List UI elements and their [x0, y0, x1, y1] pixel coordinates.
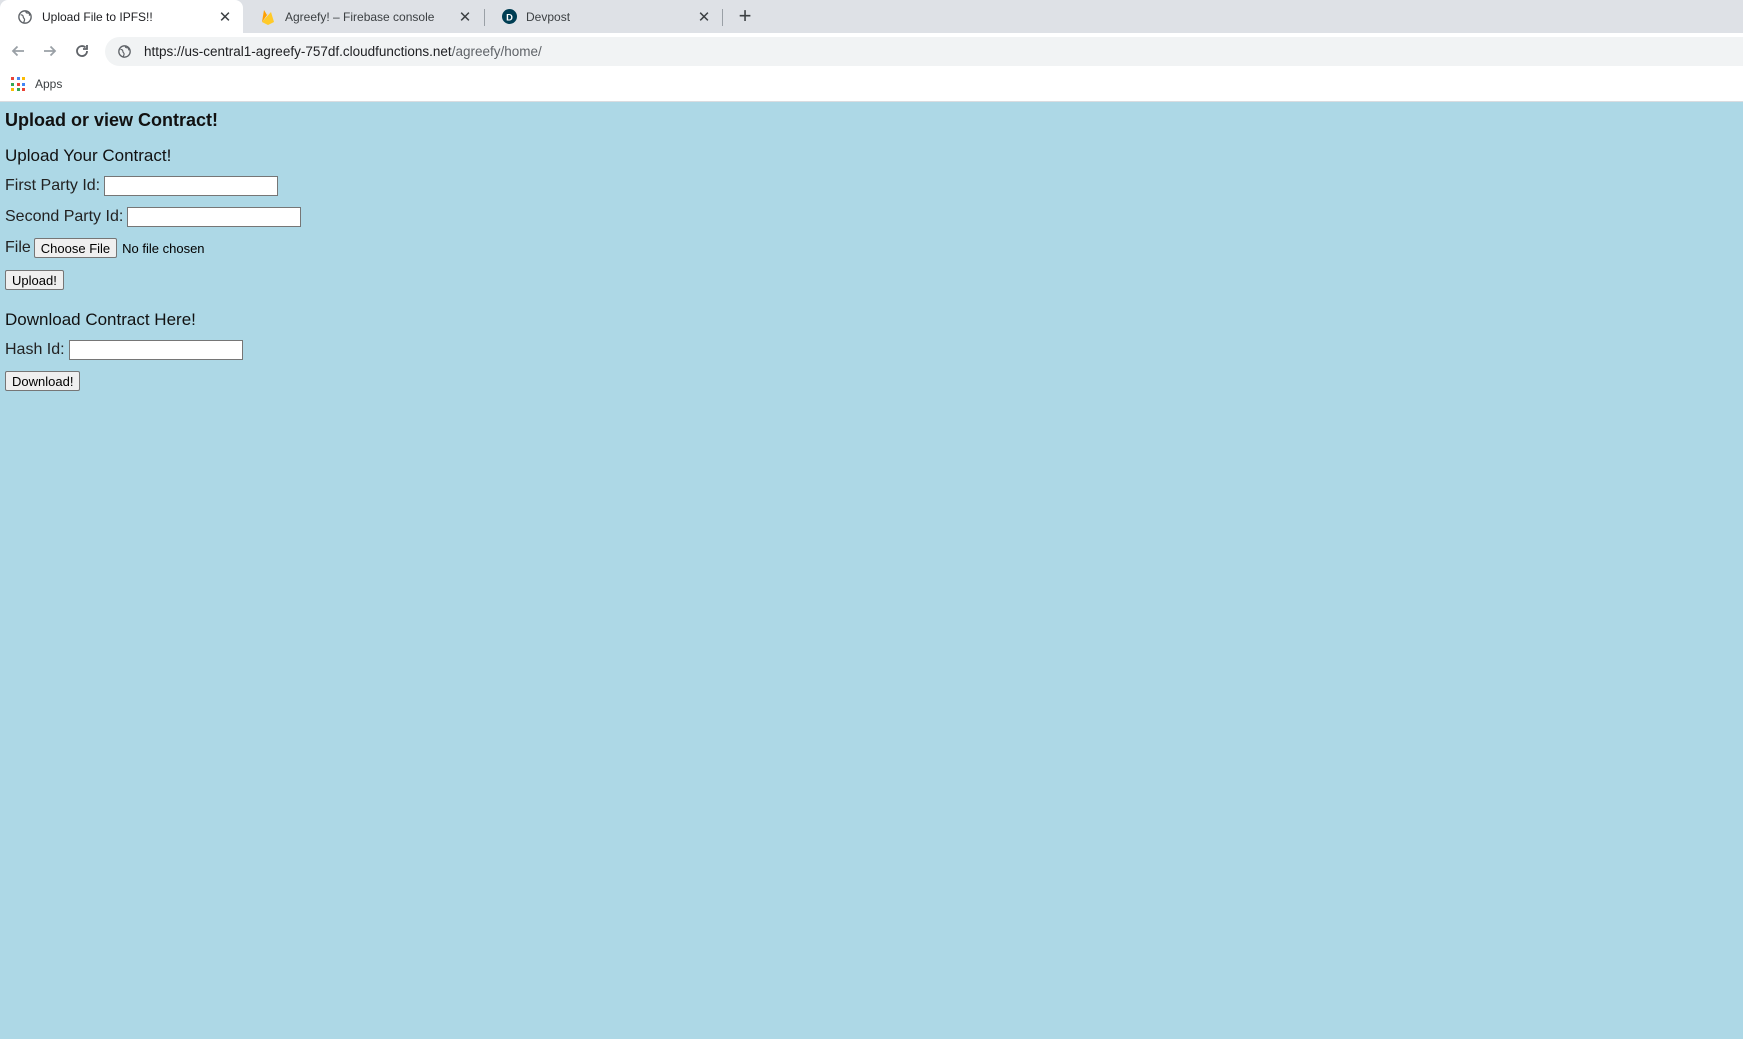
tab-devpost[interactable]: D Devpost ✕: [484, 0, 722, 33]
upload-heading: Upload Your Contract!: [5, 146, 172, 165]
file-status-text: No file chosen: [122, 240, 205, 256]
download-button-row: Download!: [5, 371, 81, 391]
forward-arrow-icon[interactable]: [40, 41, 60, 61]
second-party-row: Second Party Id:: [5, 207, 302, 227]
tab-title: Devpost: [526, 9, 571, 24]
url-path: /agreefy/home/: [451, 44, 542, 59]
tab-title: Agreefy! – Firebase console: [285, 9, 435, 24]
close-icon[interactable]: ✕: [217, 9, 233, 26]
tab-firebase-console[interactable]: Agreefy! – Firebase console ✕: [243, 0, 483, 33]
page-title: Upload or view Contract!: [5, 110, 219, 130]
file-row: File Choose File No file chosen: [5, 238, 205, 258]
svg-text:D: D: [506, 12, 513, 22]
upload-button-row: Upload!: [5, 270, 64, 290]
page-content: Upload or view Contract! Upload Your Con…: [0, 102, 1743, 1039]
close-icon[interactable]: ✕: [696, 9, 712, 26]
browser-toolbar: https://us-central1-agreefy-757df.cloudf…: [0, 33, 1743, 70]
upload-button[interactable]: Upload!: [5, 270, 64, 290]
close-icon[interactable]: ✕: [457, 9, 473, 26]
first-party-id-input[interactable]: [104, 176, 279, 196]
first-party-row: First Party Id:: [5, 176, 279, 196]
firebase-icon: [260, 9, 276, 25]
download-button[interactable]: Download!: [5, 371, 81, 391]
second-party-label: Second Party Id:: [5, 208, 124, 225]
url-host: https://us-central1-agreefy-757df.cloudf…: [144, 44, 452, 59]
apps-grid-icon: [11, 77, 25, 91]
site-info-icon[interactable]: [116, 44, 132, 60]
plus-icon[interactable]: +: [735, 3, 755, 28]
hash-id-label: Hash Id:: [5, 341, 65, 358]
reload-icon[interactable]: [72, 41, 92, 61]
choose-file-button[interactable]: Choose File: [33, 238, 118, 258]
tab-strip: Upload File to IPFS!! ✕ Agreefy! – Fireb…: [0, 0, 1743, 33]
tab-title: Upload File to IPFS!!: [42, 9, 153, 24]
apps-label: Apps: [35, 77, 63, 91]
globe-icon: [17, 9, 33, 25]
bookmark-apps[interactable]: Apps: [11, 77, 62, 91]
bookmarks-bar: Apps: [0, 70, 1743, 102]
second-party-id-input[interactable]: [127, 207, 302, 227]
hash-id-row: Hash Id:: [5, 340, 243, 360]
file-label: File: [5, 239, 31, 256]
devpost-icon: D: [501, 9, 517, 25]
tab-upload-file[interactable]: Upload File to IPFS!! ✕: [0, 0, 243, 33]
address-bar[interactable]: https://us-central1-agreefy-757df.cloudf…: [105, 37, 1743, 66]
download-heading: Download Contract Here!: [5, 310, 196, 329]
hash-id-input[interactable]: [68, 340, 243, 360]
back-arrow-icon[interactable]: [8, 41, 28, 61]
first-party-label: First Party Id:: [5, 177, 101, 194]
tab-separator: [722, 9, 723, 26]
